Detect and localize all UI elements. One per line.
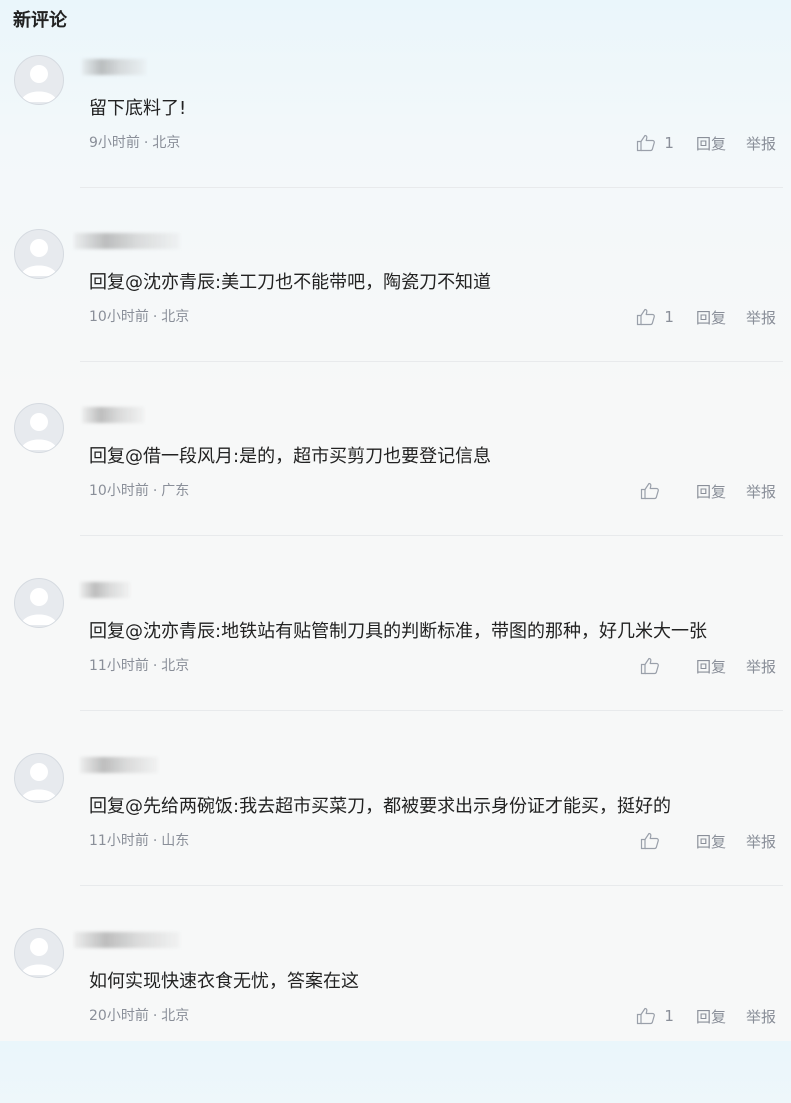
default-avatar-icon [21, 239, 57, 276]
comment-actions: 回复 举报 [640, 654, 776, 678]
comment-text: 回复@沈亦青辰:地铁站有贴管制刀具的判断标准，带图的那种，好几米大一张 [89, 621, 708, 642]
meta-separator: · [152, 483, 158, 499]
comment-location: 北京 [161, 1008, 190, 1024]
meta-separator: · [152, 833, 158, 849]
like-button[interactable] [640, 482, 674, 500]
comment-text: 留下底料了! [89, 98, 187, 119]
comment-item: 如何实现快速衣食无忧，答案在这 20小时前 · 北京 1 回复 举报 [0, 928, 791, 1103]
comment-meta: 11小时前 · 北京 [89, 656, 189, 676]
comment-text: 回复@借一段风月:是的，超市买剪刀也要登记信息 [89, 446, 492, 467]
like-button[interactable] [640, 832, 674, 850]
avatar[interactable] [14, 229, 64, 279]
comment-actions: 回复 举报 [640, 479, 776, 503]
thumbs-up-icon [640, 657, 659, 675]
thumbs-up-icon [637, 308, 656, 326]
comment-location: 广东 [161, 483, 190, 499]
divider [80, 361, 783, 362]
comment-time: 20小时前 [89, 1008, 149, 1024]
reply-button[interactable]: 回复 [696, 831, 726, 852]
comment-location: 北京 [152, 135, 181, 151]
like-count: 1 [664, 1007, 674, 1025]
comment-meta: 20小时前 · 北京 [89, 1006, 189, 1026]
divider [80, 187, 783, 188]
reply-button[interactable]: 回复 [696, 133, 726, 154]
comment-item: 留下底料了! 9小时前 · 北京 1 回复 举报 [0, 55, 791, 230]
comment-meta: 9小时前 · 北京 [89, 133, 180, 153]
comment-time: 10小时前 [89, 483, 149, 499]
report-button[interactable]: 举报 [746, 831, 776, 852]
comment-time: 10小时前 [89, 309, 149, 325]
comment-actions: 1 回复 举报 [636, 1004, 776, 1028]
report-button[interactable]: 举报 [746, 307, 776, 328]
meta-separator: · [152, 309, 158, 325]
avatar[interactable] [14, 578, 64, 628]
like-button[interactable] [640, 657, 674, 675]
default-avatar-icon [21, 763, 57, 800]
report-button[interactable]: 举报 [746, 133, 776, 154]
like-count: 1 [664, 308, 674, 326]
comment-text: 如何实现快速衣食无忧，答案在这 [89, 971, 359, 992]
thumbs-up-icon [640, 832, 659, 850]
default-avatar-icon [21, 588, 57, 625]
like-count: 1 [664, 134, 674, 152]
comment-text: 回复@先给两碗饭:我去超市买菜刀，都被要求出示身份证才能买，挺好的 [89, 796, 672, 817]
meta-separator: · [143, 135, 149, 151]
comment-location: 北京 [161, 309, 190, 325]
thumbs-up-icon [637, 134, 656, 152]
comment-time: 11小时前 [89, 833, 149, 849]
comment-item: 回复@先给两碗饭:我去超市买菜刀，都被要求出示身份证才能买，挺好的 11小时前 ·… [0, 753, 791, 928]
comment-time: 9小时前 [89, 135, 140, 151]
reply-button[interactable]: 回复 [696, 481, 726, 502]
avatar[interactable] [14, 55, 64, 105]
comment-location: 北京 [161, 658, 190, 674]
comment-meta: 10小时前 · 广东 [89, 481, 189, 501]
comment-actions: 回复 举报 [640, 829, 776, 853]
comment-meta: 11小时前 · 山东 [89, 831, 189, 851]
comment-time: 11小时前 [89, 658, 149, 674]
comment-item: 回复@沈亦青辰:美工刀也不能带吧，陶瓷刀不知道 10小时前 · 北京 1 回复 举报 [0, 229, 791, 404]
report-button[interactable]: 举报 [746, 656, 776, 677]
report-button[interactable]: 举报 [746, 1006, 776, 1027]
default-avatar-icon [21, 413, 57, 450]
divider [80, 710, 783, 711]
comment-location: 山东 [161, 833, 190, 849]
divider [80, 535, 783, 536]
report-button[interactable]: 举报 [746, 481, 776, 502]
like-button[interactable]: 1 [636, 308, 674, 326]
thumbs-up-icon [640, 482, 659, 500]
comment-actions: 1 回复 举报 [636, 305, 776, 329]
comment-item: 回复@沈亦青辰:地铁站有贴管制刀具的判断标准，带图的那种，好几米大一张 11小时… [0, 578, 791, 753]
comment-item: 回复@借一段风月:是的，超市买剪刀也要登记信息 10小时前 · 广东 回复 举报 [0, 403, 791, 578]
section-title: 新评论 [13, 10, 67, 31]
comment-actions: 1 回复 举报 [636, 131, 776, 155]
default-avatar-icon [21, 65, 57, 102]
reply-button[interactable]: 回复 [696, 307, 726, 328]
meta-separator: · [152, 658, 158, 674]
like-button[interactable]: 1 [636, 1007, 674, 1025]
comment-meta: 10小时前 · 北京 [89, 307, 189, 327]
comment-text: 回复@沈亦青辰:美工刀也不能带吧，陶瓷刀不知道 [89, 272, 492, 293]
reply-button[interactable]: 回复 [696, 1006, 726, 1027]
avatar[interactable] [14, 928, 64, 978]
default-avatar-icon [21, 938, 57, 975]
avatar[interactable] [14, 403, 64, 453]
thumbs-up-icon [637, 1007, 656, 1025]
reply-button[interactable]: 回复 [696, 656, 726, 677]
divider [80, 885, 783, 886]
avatar[interactable] [14, 753, 64, 803]
like-button[interactable]: 1 [636, 134, 674, 152]
meta-separator: · [152, 1008, 158, 1024]
